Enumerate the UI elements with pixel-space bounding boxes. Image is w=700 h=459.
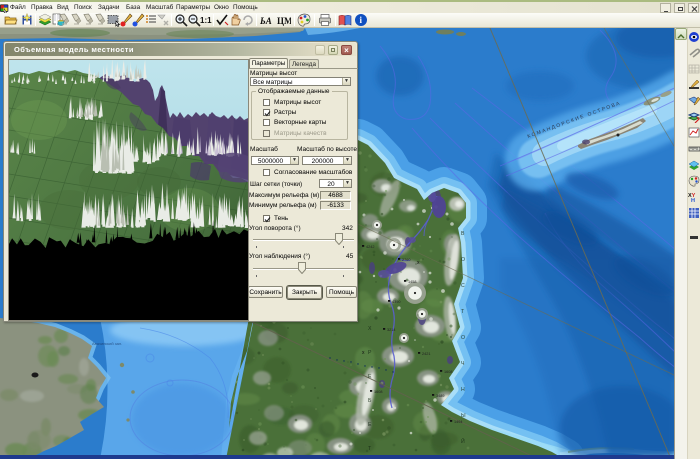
- svg-text:Х: Х: [368, 326, 372, 332]
- svg-text:Ч: Ч: [461, 361, 465, 367]
- svg-text:Е: Е: [368, 374, 372, 380]
- svg-text:С: С: [461, 283, 465, 289]
- svg-text:Б: Б: [368, 398, 372, 404]
- svg-text:Ы: Ы: [461, 413, 466, 419]
- svg-text:4390: 4390: [392, 300, 400, 304]
- svg-text:О: О: [461, 335, 465, 341]
- svg-text:Й: Й: [461, 437, 465, 445]
- svg-text:Р: Р: [368, 350, 372, 356]
- svg-text:1:1: 1:1: [200, 16, 212, 25]
- svg-text:О: О: [461, 257, 465, 263]
- svg-text:3489: 3489: [436, 394, 444, 398]
- svg-text:2760: 2760: [402, 258, 410, 262]
- svg-text:H: H: [691, 198, 695, 203]
- svg-text:В: В: [461, 231, 465, 237]
- svg-text:1608: 1608: [444, 370, 452, 374]
- svg-text:ЬA: ЬA: [260, 16, 272, 26]
- svg-text:Авачинский зал.: Авачинский зал.: [92, 341, 122, 346]
- svg-text:Е: Е: [368, 422, 372, 428]
- svg-text:1494: 1494: [454, 420, 462, 424]
- svg-text:1608: 1608: [374, 390, 382, 394]
- svg-text:2421: 2421: [422, 352, 430, 356]
- svg-text:3214: 3214: [387, 328, 395, 332]
- svg-text:1458: 1458: [408, 280, 416, 284]
- svg-text:Н: Н: [461, 387, 465, 393]
- svg-text:4242: 4242: [366, 245, 374, 249]
- svg-text:ЦМ: ЦМ: [277, 16, 291, 26]
